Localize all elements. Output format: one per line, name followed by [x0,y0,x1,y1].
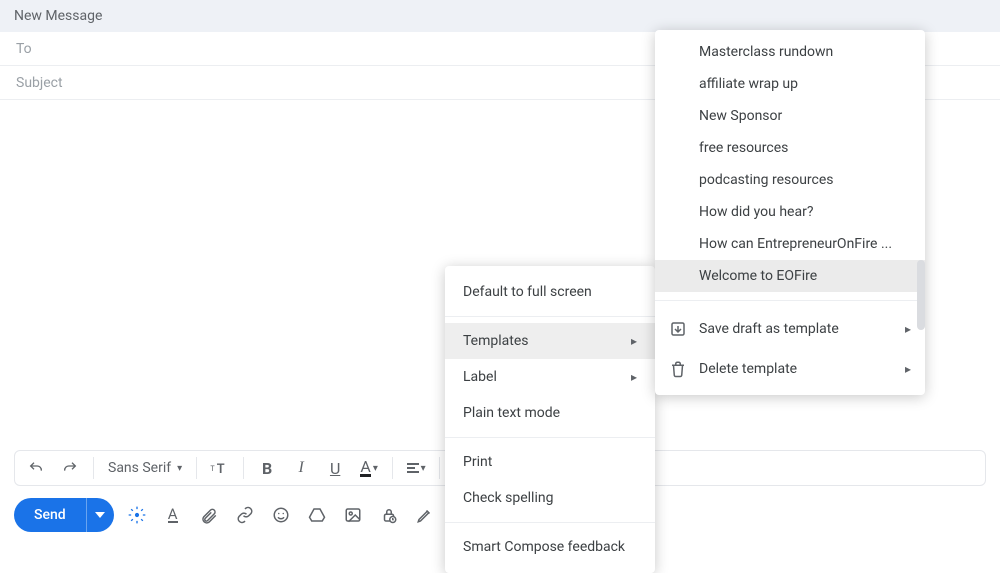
italic-button[interactable]: I [286,453,316,483]
delete-template[interactable]: Delete template ▸ [655,349,925,389]
menu-divider [655,300,925,301]
bold-button[interactable]: B [252,453,282,483]
align-button[interactable]: ▾ [401,453,431,483]
template-item[interactable]: Welcome to EOFire [655,260,925,292]
insert-emoji-icon[interactable] [268,502,294,528]
caret-down-icon: ▾ [177,463,182,474]
menu-divider [445,437,655,438]
send-button[interactable]: Send [14,498,86,532]
svg-text:T: T [217,462,225,476]
template-item[interactable]: New Sponsor [655,100,925,132]
insert-signature-icon[interactable] [412,502,438,528]
template-item[interactable]: podcasting resources [655,164,925,196]
underline-button[interactable]: U [320,453,350,483]
chevron-right-icon: ▸ [631,370,637,384]
svg-text:T: T [211,464,216,473]
template-item[interactable]: Masterclass rundown [655,36,925,68]
font-size-button[interactable]: TT [205,453,235,483]
menu-divider [445,522,655,523]
chevron-right-icon: ▸ [631,334,637,348]
template-item[interactable]: affiliate wrap up [655,68,925,100]
redo-button[interactable] [55,453,85,483]
menu-smart-compose[interactable]: Smart Compose feedback [445,529,655,565]
menu-print[interactable]: Print [445,444,655,480]
toolbar-separator [439,457,440,479]
confidential-mode-icon[interactable] [376,502,402,528]
toolbar-separator [243,457,244,479]
template-item[interactable]: How did you hear? [655,196,925,228]
font-family-label: Sans Serif [108,460,171,476]
save-icon [669,320,687,338]
toolbar-separator [196,457,197,479]
trash-icon [669,360,687,378]
undo-button[interactable] [21,453,51,483]
text-format-toggle[interactable]: A [160,502,186,528]
compose-header: New Message [0,0,1000,32]
compose-title: New Message [14,8,102,24]
template-item[interactable]: How can EntrepreneurOnFire ... [655,228,925,260]
drive-icon[interactable] [304,502,330,528]
insert-link-icon[interactable] [232,502,258,528]
templates-submenu: Masterclass rundownaffiliate wrap upNew … [655,30,925,395]
toolbar-separator [93,457,94,479]
save-draft-as-template[interactable]: Save draft as template ▸ [655,309,925,349]
toolbar-separator [392,457,393,479]
menu-plain-text[interactable]: Plain text mode [445,395,655,431]
more-options-menu: Default to full screen Templates▸ Label▸… [445,266,655,573]
templates-list: Masterclass rundownaffiliate wrap upNew … [655,36,925,292]
insert-photo-icon[interactable] [340,502,366,528]
template-item[interactable]: free resources [655,132,925,164]
caret-down-icon: ▾ [373,463,378,474]
menu-check-spelling[interactable]: Check spelling [445,480,655,516]
send-more-button[interactable] [86,498,114,532]
text-color-button[interactable]: A ▾ [354,453,384,483]
attach-file-icon[interactable] [196,502,222,528]
font-family-select[interactable]: Sans Serif ▾ [102,460,188,476]
menu-templates[interactable]: Templates▸ [445,323,655,359]
send-group: Send [14,498,114,532]
menu-divider [445,316,655,317]
menu-default-full-screen[interactable]: Default to full screen [445,274,655,310]
ai-burst-icon[interactable] [124,502,150,528]
menu-label[interactable]: Label▸ [445,359,655,395]
caret-down-icon: ▾ [421,463,426,474]
submenu-scrollbar[interactable] [917,260,925,330]
chevron-right-icon: ▸ [905,362,911,376]
chevron-right-icon: ▸ [905,322,911,336]
